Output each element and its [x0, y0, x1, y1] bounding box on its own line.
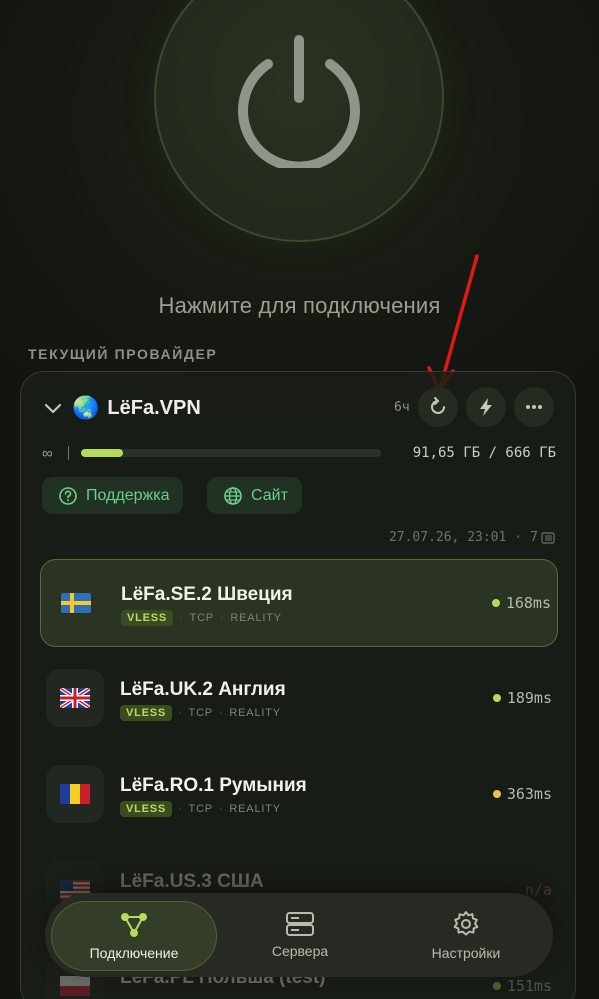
provider-meta: 27.07.26, 23:01 · 7 — [389, 530, 555, 545]
nav-connection[interactable]: Подключение — [51, 901, 217, 971]
transport-tag: TCP — [189, 612, 214, 624]
server-stack-icon — [286, 912, 314, 936]
gear-icon — [453, 911, 479, 936]
more-button[interactable] — [514, 387, 554, 427]
more-dots-icon — [526, 405, 542, 409]
ping-status-dot — [491, 599, 500, 607]
flag-tile — [46, 669, 104, 727]
site-button[interactable]: Сайт — [207, 477, 302, 514]
transport-tag: TCP — [188, 707, 213, 719]
traffic-limit: ∞ — [42, 444, 53, 462]
update-interval: 6ч — [394, 400, 410, 415]
ping-value: 168ms — [505, 594, 551, 612]
protocol-badge: VLESS — [120, 705, 173, 721]
flag-tile — [46, 765, 104, 823]
connect-hint: Нажмите для подключения — [158, 293, 441, 318]
globe-outline-icon — [224, 486, 242, 505]
server-list-icon — [541, 531, 555, 544]
security-tag: REALITY — [229, 803, 281, 815]
server-item-uk[interactable]: LёFa.UK.2 Англия VLESS · TCP · REALITY 1… — [40, 655, 558, 743]
support-label: Поддержка — [86, 486, 170, 504]
ping-value: 363ms — [506, 785, 552, 803]
server-ping: 189ms — [492, 689, 552, 707]
traffic-value: 91,65 ГБ / 666 ГБ — [412, 445, 556, 461]
servers-count: 7 — [530, 530, 538, 545]
ping-status-dot — [492, 982, 501, 990]
ping-status-dot — [492, 790, 501, 798]
refresh-button[interactable] — [418, 387, 458, 427]
meta-separator: · — [514, 530, 523, 545]
provider-header[interactable]: 🌏 LёFa.VPN — [42, 388, 201, 428]
tag-separator: · — [219, 612, 225, 624]
traffic-progress-bar — [81, 449, 381, 457]
nav-label: Настройки — [431, 945, 501, 961]
protocol-badge: VLESS — [120, 801, 173, 817]
tag-separator: · — [218, 803, 224, 815]
nav-settings[interactable]: Настройки — [383, 893, 549, 977]
ping-test-button[interactable] — [466, 387, 506, 427]
updated-at: 27.07.26, 23:01 — [388, 530, 507, 545]
server-item-se[interactable]: LёFa.SE.2 Швеция VLESS · TCP · REALITY 1… — [40, 559, 558, 647]
ping-value: 189ms — [506, 689, 552, 707]
provider-name: LёFa.VPN — [107, 396, 201, 419]
ping-status-dot — [492, 694, 501, 702]
server-name: LёFa.SE.2 Швеция — [121, 584, 293, 605]
support-button[interactable]: Поддержка — [42, 477, 184, 514]
romania-flag-icon — [60, 784, 90, 804]
security-tag: REALITY — [229, 707, 281, 719]
server-tags: VLESS · TCP · REALITY — [121, 610, 282, 626]
flag-tile — [47, 574, 105, 632]
sweden-flag-icon — [61, 593, 91, 613]
server-ping: 363ms — [492, 785, 552, 803]
protocol-badge: VLESS — [121, 610, 174, 626]
server-item-ro[interactable]: LёFa.RO.1 Румыния VLESS · TCP · REALITY … — [40, 751, 558, 839]
chevron-down-icon[interactable] — [42, 397, 64, 419]
security-tag: REALITY — [230, 612, 282, 624]
lightning-icon — [480, 398, 492, 416]
globe-icon: 🌏 — [72, 395, 100, 420]
server-tags: VLESS · TCP · REALITY — [120, 801, 281, 817]
tag-separator: · — [218, 707, 224, 719]
traffic-row: ∞ 91,65 ГБ / 666 ГБ — [42, 444, 556, 462]
bottom-nav: Подключение Сервера Настройки — [45, 893, 553, 977]
server-ping: 151ms — [492, 977, 552, 995]
poland-flag-icon — [60, 976, 90, 996]
server-name: LёFa.US.3 США — [120, 871, 264, 892]
transport-tag: TCP — [188, 803, 213, 815]
help-circle-icon — [59, 486, 77, 505]
network-nodes-icon — [121, 913, 147, 937]
ping-value: 151ms — [506, 977, 552, 995]
nav-label: Подключение — [89, 945, 179, 961]
nav-label: Сервера — [271, 943, 329, 959]
refresh-icon — [431, 397, 445, 414]
uk-flag-icon — [60, 688, 90, 708]
tag-separator: · — [178, 707, 183, 719]
server-name: LёFa.RO.1 Румыния — [120, 775, 307, 796]
power-icon[interactable] — [230, 30, 368, 168]
server-ping: 168ms — [491, 594, 551, 612]
tag-separator: · — [178, 803, 183, 815]
nav-servers[interactable]: Сервера — [217, 893, 383, 977]
server-tags: VLESS · TCP · REALITY — [120, 705, 281, 721]
server-name: LёFa.UK.2 Англия — [120, 679, 286, 700]
site-label: Сайт — [251, 486, 288, 504]
divider — [68, 446, 69, 460]
tag-separator: · — [179, 612, 184, 624]
traffic-progress-fill — [81, 449, 123, 457]
section-label-provider: ТЕКУЩИЙ ПРОВАЙДЕР — [28, 346, 218, 362]
